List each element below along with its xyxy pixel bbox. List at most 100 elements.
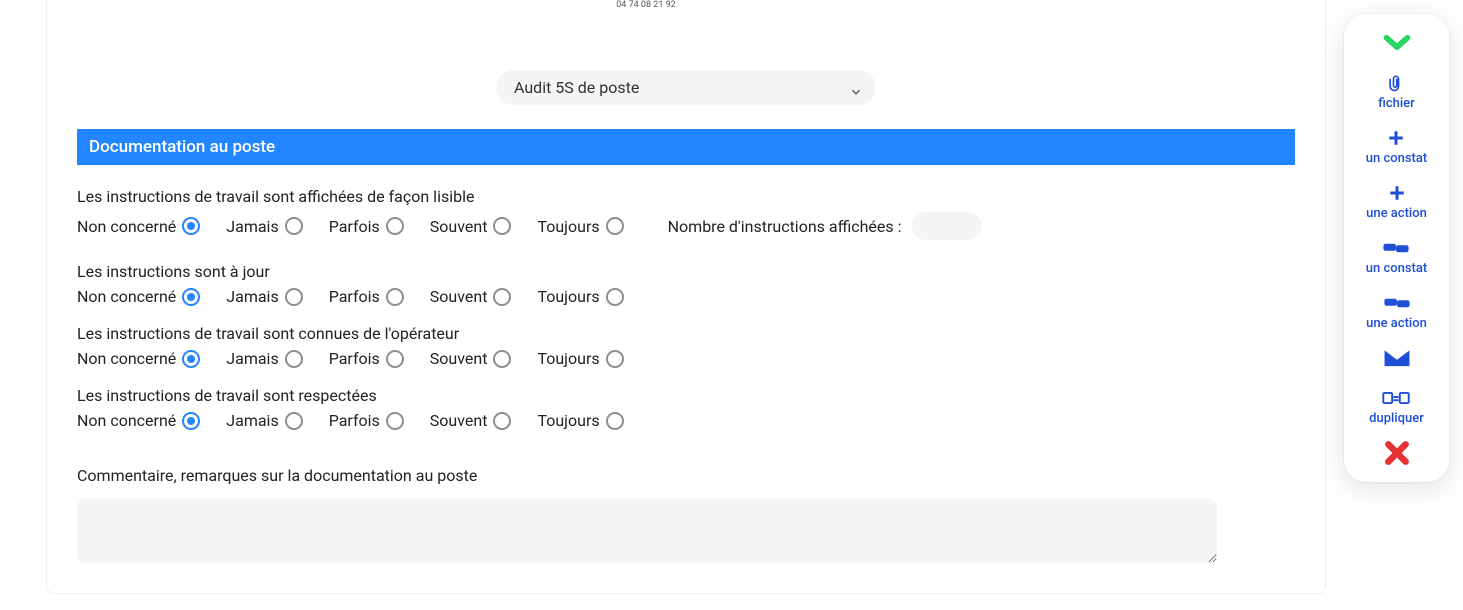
radio-option[interactable]: Toujours bbox=[537, 217, 623, 236]
question-block: Les instructions de travail sont affiché… bbox=[77, 187, 1295, 240]
close-icon bbox=[1383, 442, 1411, 464]
radio-input[interactable] bbox=[386, 217, 404, 235]
toolbar-link-action[interactable]: une action bbox=[1366, 292, 1427, 331]
audit-type-select[interactable]: Audit 5S de poste bbox=[496, 70, 876, 105]
radio-label: Toujours bbox=[537, 287, 599, 306]
radio-option[interactable]: Jamais bbox=[226, 287, 302, 306]
page-root: 04 74 08 21 92 Audit 5S de poste Documen… bbox=[0, 0, 1463, 610]
link-icon bbox=[1382, 237, 1410, 259]
radio-label: Non concerné bbox=[77, 411, 176, 430]
question-label: Les instructions de travail sont connues… bbox=[77, 324, 1295, 343]
radio-label: Parfois bbox=[329, 349, 380, 368]
radio-option[interactable]: Non concerné bbox=[77, 349, 200, 368]
radio-option[interactable]: Souvent bbox=[430, 287, 512, 306]
toolbar-add-constat[interactable]: un constat bbox=[1366, 127, 1427, 166]
questions-container: Les instructions de travail sont affiché… bbox=[47, 165, 1325, 430]
options-row: Non concerné Jamais Parfois Souvent bbox=[77, 411, 1295, 430]
plus-icon bbox=[1382, 127, 1410, 149]
radio-label: Souvent bbox=[430, 411, 488, 430]
radio-option[interactable]: Non concerné bbox=[77, 411, 200, 430]
section-title: Documentation au poste bbox=[89, 137, 275, 157]
question-label: Les instructions de travail sont affiché… bbox=[77, 187, 1295, 206]
radio-input[interactable] bbox=[606, 350, 624, 368]
radio-input[interactable] bbox=[285, 217, 303, 235]
radio-option[interactable]: Souvent bbox=[430, 349, 512, 368]
paperclip-icon bbox=[1382, 72, 1410, 94]
duplicate-icon bbox=[1382, 387, 1410, 409]
link-icon bbox=[1383, 292, 1411, 314]
radio-input[interactable] bbox=[606, 288, 624, 306]
question-label: Les instructions sont à jour bbox=[77, 262, 1295, 281]
radio-option[interactable]: Souvent bbox=[430, 411, 512, 430]
radio-label: Jamais bbox=[226, 411, 278, 430]
side-toolbar: fichier un constat une action un constat bbox=[1344, 14, 1449, 482]
radio-input[interactable] bbox=[182, 412, 200, 430]
toolbar-link-constat[interactable]: un constat bbox=[1366, 237, 1427, 276]
radio-input[interactable] bbox=[606, 412, 624, 430]
section-header: Documentation au poste bbox=[77, 129, 1295, 165]
radio-input[interactable] bbox=[182, 217, 200, 235]
radio-input[interactable] bbox=[493, 217, 511, 235]
instructions-count-input[interactable] bbox=[912, 212, 982, 240]
radio-label: Non concerné bbox=[77, 349, 176, 368]
radio-option[interactable]: Parfois bbox=[329, 287, 404, 306]
toolbar-label: dupliquer bbox=[1369, 411, 1424, 426]
radio-label: Non concerné bbox=[77, 217, 176, 236]
comment-label: Commentaire, remarques sur la documentat… bbox=[77, 466, 1295, 485]
form-panel: 04 74 08 21 92 Audit 5S de poste Documen… bbox=[46, 0, 1326, 594]
radio-input[interactable] bbox=[182, 350, 200, 368]
toolbar-file[interactable]: fichier bbox=[1378, 72, 1414, 111]
radio-option[interactable]: Toujours bbox=[537, 349, 623, 368]
radio-label: Souvent bbox=[430, 287, 488, 306]
radio-label: Souvent bbox=[430, 217, 488, 236]
question-label: Les instructions de travail sont respect… bbox=[77, 386, 1295, 405]
radio-option[interactable]: Jamais bbox=[226, 411, 302, 430]
options-row: Non concerné Jamais Parfois Souvent bbox=[77, 349, 1295, 368]
radio-label: Toujours bbox=[537, 349, 599, 368]
radio-input[interactable] bbox=[386, 350, 404, 368]
radio-option[interactable]: Parfois bbox=[329, 349, 404, 368]
plus-icon bbox=[1383, 182, 1411, 204]
radio-input[interactable] bbox=[285, 412, 303, 430]
radio-label: Toujours bbox=[537, 217, 599, 236]
audit-select-container: Audit 5S de poste bbox=[496, 70, 876, 105]
comment-textarea[interactable] bbox=[77, 499, 1217, 563]
radio-option[interactable]: Non concerné bbox=[77, 287, 200, 306]
options-row: Non concerné Jamais Parfois Souvent bbox=[77, 287, 1295, 306]
radio-label: Parfois bbox=[329, 287, 380, 306]
radio-option[interactable]: Souvent bbox=[430, 217, 512, 236]
radio-label: Souvent bbox=[430, 349, 488, 368]
radio-input[interactable] bbox=[493, 350, 511, 368]
toolbar-label: un constat bbox=[1366, 261, 1427, 276]
radio-input[interactable] bbox=[386, 288, 404, 306]
radio-option[interactable]: Parfois bbox=[329, 411, 404, 430]
radio-label: Jamais bbox=[226, 287, 278, 306]
radio-option[interactable]: Non concerné bbox=[77, 217, 200, 236]
header-logos: 04 74 08 21 92 bbox=[47, 0, 1325, 10]
radio-label: Parfois bbox=[329, 217, 380, 236]
radio-input[interactable] bbox=[606, 217, 624, 235]
radio-option[interactable]: Jamais bbox=[226, 217, 302, 236]
radio-label: Parfois bbox=[329, 411, 380, 430]
check-icon bbox=[1383, 32, 1411, 54]
toolbar-label: une action bbox=[1366, 206, 1427, 221]
audit-type-selected: Audit 5S de poste bbox=[514, 78, 639, 97]
radio-option[interactable]: Toujours bbox=[537, 411, 623, 430]
radio-input[interactable] bbox=[285, 288, 303, 306]
radio-input[interactable] bbox=[493, 412, 511, 430]
toolbar-mail[interactable] bbox=[1383, 347, 1411, 371]
radio-option[interactable]: Parfois bbox=[329, 217, 404, 236]
toolbar-delete[interactable] bbox=[1383, 442, 1411, 466]
question-block: Les instructions de travail sont respect… bbox=[77, 386, 1295, 430]
toolbar-duplicate[interactable]: dupliquer bbox=[1369, 387, 1424, 426]
radio-option[interactable]: Toujours bbox=[537, 287, 623, 306]
toolbar-validate[interactable] bbox=[1383, 32, 1411, 56]
radio-input[interactable] bbox=[285, 350, 303, 368]
toolbar-label: un constat bbox=[1366, 151, 1427, 166]
radio-option[interactable]: Jamais bbox=[226, 349, 302, 368]
toolbar-add-action[interactable]: une action bbox=[1366, 182, 1427, 221]
radio-input[interactable] bbox=[493, 288, 511, 306]
radio-input[interactable] bbox=[182, 288, 200, 306]
question-block: Les instructions sont à jour Non concern… bbox=[77, 262, 1295, 306]
radio-input[interactable] bbox=[386, 412, 404, 430]
